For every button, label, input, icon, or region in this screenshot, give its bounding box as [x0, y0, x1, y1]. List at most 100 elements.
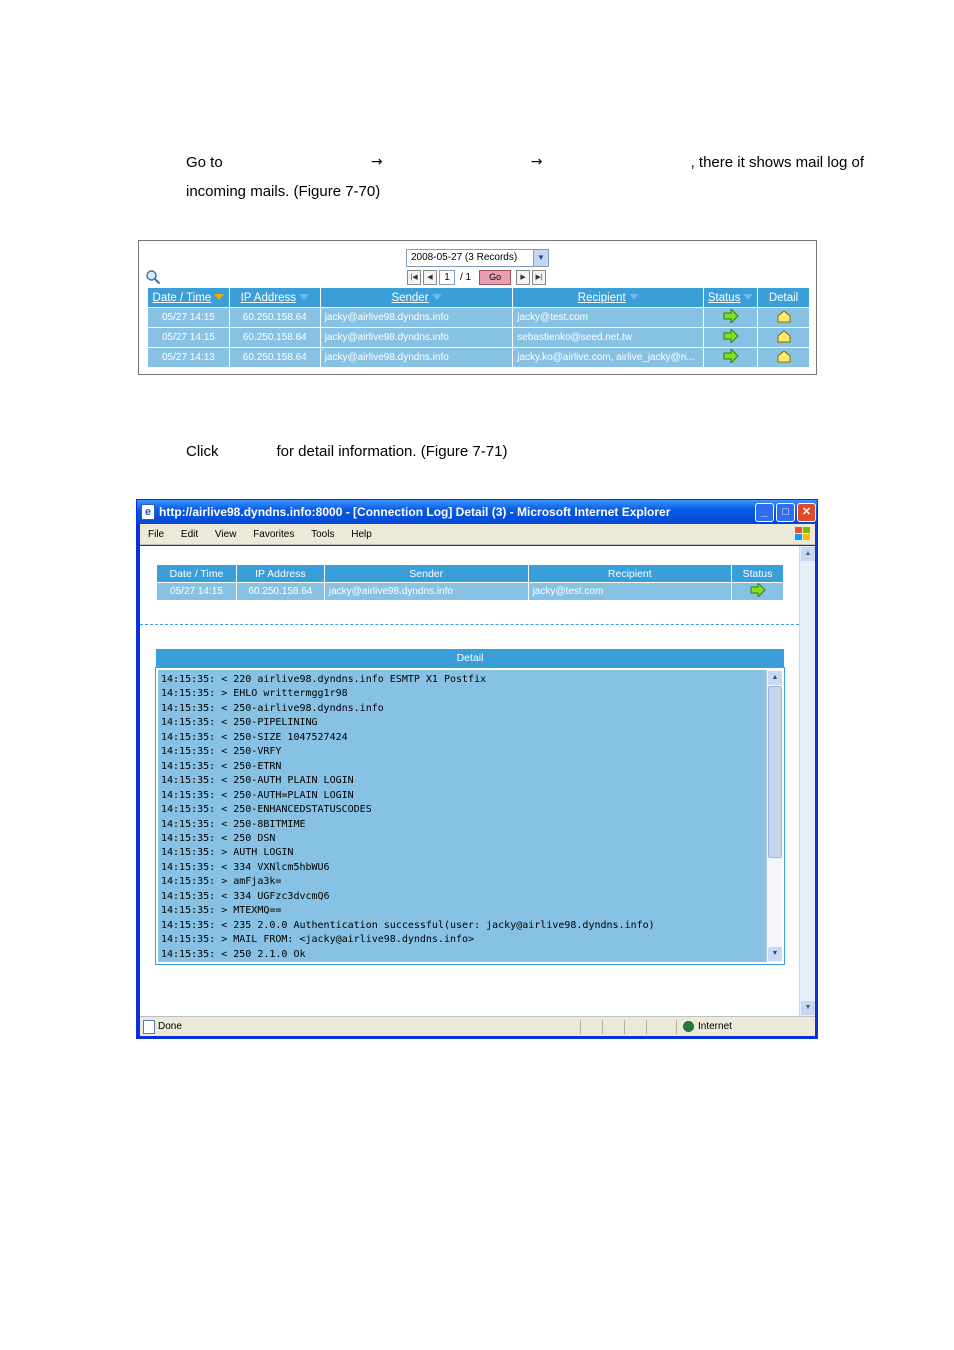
status-arrow-icon	[703, 307, 759, 328]
scroll-down-icon[interactable]: ▼	[801, 1001, 815, 1015]
log-line: 14:15:35: < 250-ENHANCEDSTATUSCODES	[161, 804, 372, 816]
table-row: 05/27 14:15 60.250.158.64 jacky@airlive9…	[147, 307, 810, 328]
cell-ip: 60.250.158.64	[228, 327, 321, 348]
maximize-button[interactable]: □	[776, 503, 795, 522]
chevron-down-icon[interactable]: ▼	[533, 250, 548, 266]
log-line: 14:15:35: < 250-AUTH PLAIN LOGIN	[161, 775, 354, 787]
menu-help[interactable]: Help	[351, 529, 372, 540]
close-button[interactable]: ✕	[797, 503, 816, 522]
log-line: 14:15:35: < 334 UGFzc3dvcmQ6	[161, 890, 330, 902]
log-line: 14:15:35: > MAIL FROM: <jacky@airlive98.…	[161, 934, 475, 946]
column-header-ip[interactable]: IP Address	[228, 287, 321, 308]
sort-icon	[431, 294, 442, 301]
window-title: http://airlive98.dyndns.info:8000 - [Con…	[159, 505, 671, 519]
page-content: Date / Time IP Address Sender Recipient …	[140, 546, 815, 1016]
menu-tools[interactable]: Tools	[311, 529, 334, 540]
log-line: 14:15:35: < 250-airlive98.dyndns.info	[161, 702, 384, 714]
cell-datetime: 05/27 14:15	[147, 307, 230, 328]
table-row: 05/27 14:13 60.250.158.64 jacky@airlive9…	[147, 347, 810, 368]
column-header-recipient[interactable]: Recipient	[512, 287, 705, 308]
prev-page-button[interactable]: ◀	[423, 270, 437, 285]
first-page-button[interactable]: |◀	[407, 270, 421, 285]
log-line: 14:15:35: < 250 2.1.0 Ok	[161, 948, 306, 960]
page-scrollbar[interactable]: ▲ ▼	[799, 546, 815, 1016]
sort-icon	[743, 294, 754, 301]
sort-desc-icon	[214, 294, 225, 301]
smtp-log-textarea[interactable]: 14:15:35: < 220 airlive98.dyndns.info ES…	[155, 667, 785, 965]
column-header-status[interactable]: Status	[703, 287, 759, 308]
cell-datetime: 05/27 14:15	[147, 327, 230, 348]
intro-tail-text: , there it shows mail log of	[690, 154, 864, 171]
last-page-button[interactable]: ▶|	[532, 270, 547, 285]
column-header-datetime[interactable]: Date / Time	[147, 287, 230, 308]
window-titlebar[interactable]: e http://airlive98.dyndns.info:8000 - [C…	[137, 500, 817, 524]
mail-log-panel: 2008-05-27 (3 Records) ▼ |◀ ◀ 1 / 1 Go ▶…	[138, 240, 817, 375]
page-number-input[interactable]: 1	[439, 270, 455, 285]
cell-ip: 60.250.158.64	[228, 307, 321, 328]
right-arrow-icon: →	[530, 154, 543, 170]
log-line: 14:15:35: < 250-SIZE 1047527424	[161, 731, 348, 743]
menu-edit[interactable]: Edit	[181, 529, 198, 540]
sort-icon	[628, 294, 639, 301]
divider	[140, 624, 799, 625]
menu-view[interactable]: View	[215, 529, 237, 540]
scroll-thumb[interactable]	[768, 686, 782, 858]
log-scrollbar[interactable]: ▲ ▼	[766, 670, 782, 962]
log-line: 14:15:35: > amFja3k=	[161, 876, 282, 888]
scroll-up-icon[interactable]: ▲	[768, 671, 782, 685]
cell-recipient: jacky.ko@airlive.com, airlive_jacky@n...	[512, 347, 705, 368]
windows-logo-icon	[795, 527, 810, 540]
search-icon[interactable]	[145, 269, 161, 285]
column-header-datetime: Date / Time	[156, 564, 237, 583]
column-header-ip: IP Address	[235, 564, 325, 583]
date-select-value: 2008-05-27 (3 Records)	[411, 252, 518, 263]
column-header-sender[interactable]: Sender	[319, 287, 514, 308]
cell-datetime: 05/27 14:13	[147, 347, 230, 368]
ie-icon: e	[141, 504, 155, 520]
column-header-detail: Detail	[757, 287, 810, 308]
cell-sender: jacky@airlive98.dyndns.info	[319, 347, 514, 368]
log-line: 14:15:35: < 250 DSN	[161, 832, 276, 844]
detail-summary-table: Date / Time IP Address Sender Recipient …	[156, 564, 784, 601]
detail-folder-icon[interactable]	[757, 327, 810, 348]
cell-datetime: 05/27 14:15	[156, 582, 237, 601]
sort-icon	[298, 294, 309, 301]
page-icon	[143, 1020, 155, 1034]
log-line: 14:15:35: > AUTH LOGIN	[161, 847, 294, 859]
detail-header: Detail	[156, 649, 784, 667]
mail-log-table: Date / Time IP Address Sender Recipient …	[147, 287, 810, 368]
status-divider	[602, 1020, 603, 1034]
next-page-button[interactable]: ▶	[516, 270, 531, 285]
scroll-up-icon[interactable]: ▲	[801, 547, 815, 561]
security-zone: Internet	[698, 1021, 732, 1032]
go-button[interactable]: Go	[479, 270, 512, 285]
smtp-log-text: 14:15:35: < 220 airlive98.dyndns.info ES…	[161, 673, 761, 962]
click-rest-text: for detail information. (Figure 7-71)	[276, 443, 508, 460]
menu-favorites[interactable]: Favorites	[253, 529, 294, 540]
log-line: 14:15:35: < 250-8BITMIME	[161, 818, 306, 830]
log-line: 14:15:35: < 250-PIPELINING	[161, 717, 318, 729]
log-line: 14:15:35: < 235 2.0.0 Authentication suc…	[161, 919, 655, 931]
intro-paragraph: Go to → → , there it shows mail log of i…	[186, 148, 864, 206]
status-arrow-icon	[731, 581, 784, 601]
cell-ip: 60.250.158.64	[235, 582, 325, 601]
page-total: / 1	[460, 272, 472, 283]
menu-file[interactable]: File	[148, 529, 164, 540]
click-paragraph: Click for detail information. (Figure 7-7…	[186, 437, 507, 466]
log-line: 14:15:35: < 334 VXNlcm5hbWU6	[161, 861, 330, 873]
cell-ip: 60.250.158.64	[228, 347, 321, 368]
cell-recipient: sebastienko@seed.net.tw	[512, 327, 705, 348]
go-to-text: Go to	[186, 154, 223, 171]
minimize-button[interactable]: _	[755, 503, 774, 522]
menu-bar: File Edit View Favorites Tools Help	[140, 524, 815, 545]
status-divider	[676, 1020, 677, 1034]
status-divider	[624, 1020, 625, 1034]
detail-folder-icon[interactable]	[757, 307, 810, 328]
table-row: 05/27 14:15 60.250.158.64 jacky@airlive9…	[147, 327, 810, 348]
date-select[interactable]: 2008-05-27 (3 Records) ▼	[406, 249, 549, 267]
cell-sender: jacky@airlive98.dyndns.info	[319, 327, 514, 348]
scroll-down-icon[interactable]: ▼	[768, 947, 782, 961]
log-line: 14:15:35: > EHLO writtermgg1r98	[161, 688, 348, 700]
status-text: Done	[158, 1021, 182, 1032]
detail-folder-icon[interactable]	[757, 347, 810, 368]
